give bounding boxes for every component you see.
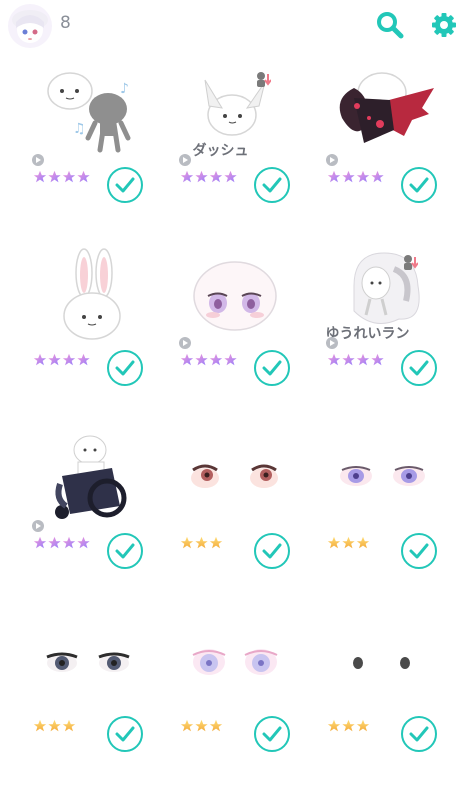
rarity-stars	[327, 535, 373, 551]
gear-icon[interactable]	[429, 10, 459, 40]
item-card[interactable]	[294, 607, 441, 790]
rarity-stars	[180, 718, 226, 734]
rarity-stars	[327, 169, 387, 185]
checkmark-button[interactable]	[401, 533, 437, 569]
rarity-stars	[33, 352, 93, 368]
checkmark-button[interactable]	[254, 533, 290, 569]
checkmark-button[interactable]	[401, 167, 437, 203]
dragon-art	[294, 58, 441, 158]
rarity-stars	[327, 352, 387, 368]
rarity-stars	[33, 718, 79, 734]
download-person-icon	[404, 255, 418, 270]
checkmark-button[interactable]	[107, 350, 143, 386]
play-icon[interactable]	[32, 154, 44, 166]
item-card[interactable]	[147, 241, 294, 424]
rarity-stars	[33, 535, 93, 551]
music-bodies-art: ♪ ♫	[0, 58, 147, 158]
blush-face-art	[147, 241, 294, 341]
item-card[interactable]	[147, 424, 294, 607]
checkmark-button[interactable]	[401, 716, 437, 752]
play-icon[interactable]	[179, 337, 191, 349]
item-count: 8	[60, 13, 71, 33]
eyes-dots-art	[294, 607, 441, 707]
item-caption: ゆうれいラン	[325, 326, 410, 342]
character-avatar-icon[interactable]	[8, 4, 52, 48]
rarity-stars	[180, 169, 240, 185]
item-card[interactable]: ♪ ♫	[0, 58, 147, 241]
checkmark-button[interactable]	[254, 716, 290, 752]
eyes-pink-art	[147, 607, 294, 707]
play-icon[interactable]	[179, 154, 191, 166]
item-card[interactable]	[294, 424, 441, 607]
eyes-violet-art	[294, 424, 441, 524]
item-card[interactable]	[294, 58, 441, 241]
item-card[interactable]: ダッシュ	[147, 58, 294, 241]
item-card[interactable]	[0, 241, 147, 424]
checkmark-button[interactable]	[254, 167, 290, 203]
top-bar: 8	[0, 0, 470, 50]
item-card[interactable]	[0, 424, 147, 607]
rarity-stars	[180, 352, 240, 368]
svg-text:♪: ♪	[120, 81, 129, 97]
item-card[interactable]: ゆうれいラン	[294, 241, 441, 424]
eyes-red-art	[147, 424, 294, 524]
item-caption: ダッシュ	[192, 143, 249, 159]
download-person-icon	[257, 72, 271, 87]
svg-text:♫: ♫	[73, 121, 86, 137]
rarity-stars	[180, 535, 226, 551]
item-card[interactable]	[0, 607, 147, 790]
rarity-stars	[327, 718, 373, 734]
play-icon[interactable]	[32, 520, 44, 532]
wheelchair-art	[0, 424, 147, 524]
item-card[interactable]	[147, 607, 294, 790]
checkmark-button[interactable]	[401, 350, 437, 386]
bunny-art	[0, 241, 147, 341]
checkmark-button[interactable]	[107, 167, 143, 203]
checkmark-button[interactable]	[254, 350, 290, 386]
rarity-stars	[33, 169, 93, 185]
play-icon[interactable]	[326, 154, 338, 166]
search-icon[interactable]	[375, 10, 405, 40]
play-icon[interactable]	[326, 337, 338, 349]
checkmark-button[interactable]	[107, 716, 143, 752]
eyes-dark-art	[0, 607, 147, 707]
checkmark-button[interactable]	[107, 533, 143, 569]
